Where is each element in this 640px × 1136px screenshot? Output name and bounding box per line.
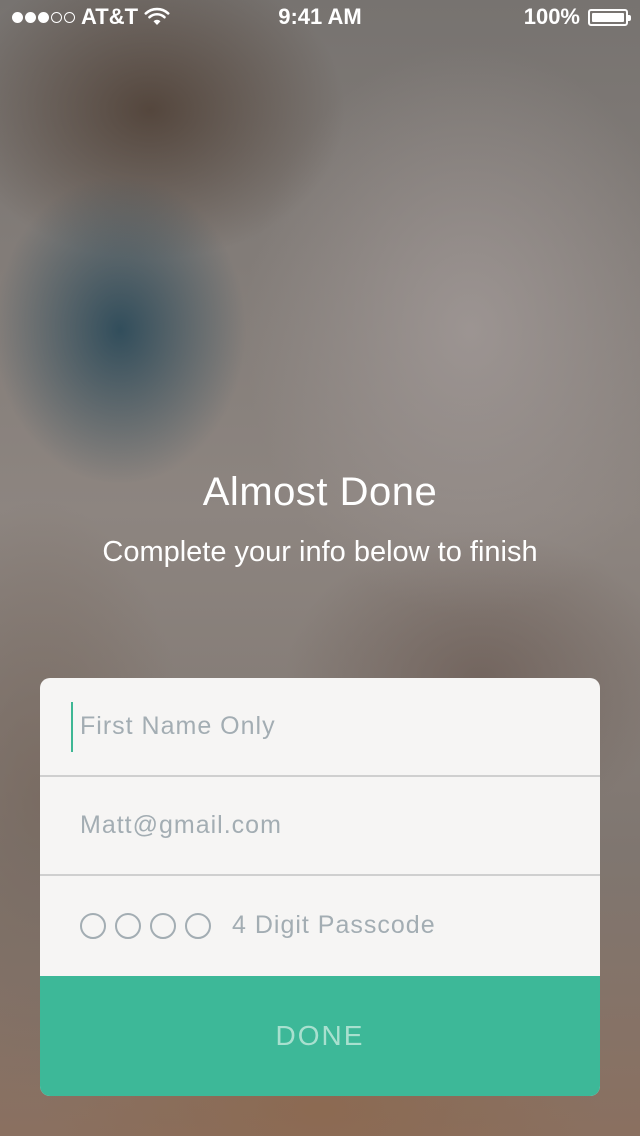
passcode-digit-circle [185, 912, 211, 939]
passcode-label: 4 Digit Passcode [232, 911, 436, 939]
signup-form-card: First Name Only Matt@gmail.com 4 Digit P… [40, 678, 600, 1096]
battery-percent: 100% [523, 4, 580, 29]
page-subtitle: Complete your info below to finish [102, 536, 538, 568]
first-name-field[interactable]: First Name Only [40, 678, 600, 777]
status-bar: AT&T 9:41 AM 100% [0, 0, 640, 40]
passcode-field[interactable]: 4 Digit Passcode [40, 876, 600, 975]
battery-icon [588, 8, 631, 26]
passcode-digit-circle [115, 912, 141, 939]
battery-fill [592, 12, 624, 22]
status-right: 100% [523, 4, 631, 30]
email-field[interactable]: Matt@gmail.com [40, 777, 600, 876]
done-button[interactable]: DONE [40, 976, 600, 1096]
passcode-digit-circle [80, 912, 106, 939]
page-title: Almost Done [202, 470, 438, 514]
text-cursor [71, 702, 73, 752]
passcode-digit-circle [150, 912, 176, 939]
first-name-placeholder: First Name Only [80, 712, 276, 740]
email-placeholder: Matt@gmail.com [80, 811, 282, 839]
